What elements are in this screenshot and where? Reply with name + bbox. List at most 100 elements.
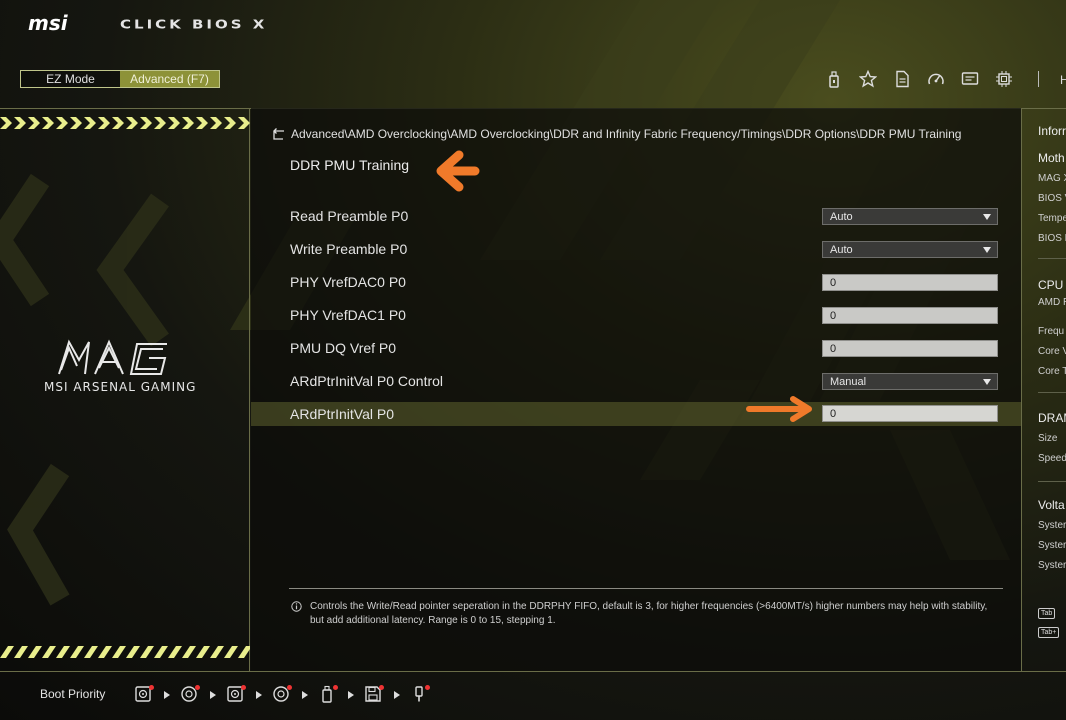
- dram-title: DRAM: [1038, 411, 1066, 425]
- info-icon: [291, 601, 302, 612]
- write-preamble-select[interactable]: Auto: [822, 241, 998, 258]
- chevron-right-icon: [338, 685, 364, 705]
- header-divider: [1038, 71, 1039, 87]
- right-info-panel: Inforr Moth MAG X BIOS V Tempe BIOS D CP…: [1021, 108, 1066, 671]
- info-divider: [1038, 392, 1066, 393]
- usb-key-icon[interactable]: [410, 685, 430, 705]
- left-panel: MSI ARSENAL GAMING: [0, 108, 250, 671]
- chevron-right-icon: [200, 685, 226, 705]
- status-dot: [379, 685, 384, 690]
- phy-vrefdac1-input[interactable]: 0: [822, 307, 998, 324]
- system-voltage-2: Syster: [1038, 540, 1066, 551]
- setting-label: ARdPtrInitVal P0 Control: [290, 373, 444, 389]
- motherboard-title: Moth: [1038, 151, 1065, 165]
- voltage-title: Volta: [1038, 498, 1065, 512]
- info-title: Inforr: [1038, 124, 1066, 138]
- brand-label: MSI ARSENAL GAMING: [44, 380, 197, 394]
- tab-key-hint: Tab: [1038, 608, 1056, 619]
- info-divider: [1038, 481, 1066, 482]
- setting-label: Read Preamble P0: [290, 208, 409, 224]
- setting-row-ardptrinitval-control[interactable]: ARdPtrInitVal P0 Control Manual: [251, 365, 1021, 398]
- motherboard-model: MAG X: [1038, 173, 1066, 184]
- help-text: Controls the Write/Read pointer seperati…: [310, 601, 988, 626]
- cpu-frequency: Frequ: [1038, 326, 1065, 337]
- setting-row-read-preamble[interactable]: Read Preamble P0 Auto: [251, 200, 1021, 233]
- optical-disc-icon[interactable]: [180, 685, 200, 705]
- status-dot: [333, 685, 338, 690]
- setting-row-phy-vrefdac1[interactable]: PHY VrefDAC1 P0 0: [251, 299, 1021, 332]
- status-dot: [149, 685, 154, 690]
- setting-label: PHY VrefDAC1 P0: [290, 307, 406, 323]
- cpu-core-voltage: Core V: [1038, 346, 1066, 357]
- floppy-icon[interactable]: [364, 685, 384, 705]
- monitor-icon[interactable]: [960, 69, 980, 89]
- svg-text:msi: msi: [28, 12, 69, 34]
- setting-label: PMU DQ Vref P0: [290, 340, 397, 356]
- status-dot: [425, 685, 430, 690]
- read-preamble-select[interactable]: Auto: [822, 208, 998, 225]
- pmu-dq-vref-input[interactable]: 0: [822, 340, 998, 357]
- setting-label: PHY VrefDAC0 P0: [290, 274, 406, 290]
- main-panel: Advanced\AMD Overclocking\AMD Overclocki…: [251, 108, 1021, 671]
- info-divider: [1038, 258, 1066, 259]
- breadcrumb-path[interactable]: Advanced\AMD Overclocking\AMD Overclocki…: [291, 127, 961, 141]
- dram-size: Size: [1038, 433, 1058, 444]
- page-title: DDR PMU Training: [290, 157, 410, 173]
- ardptrinitval-control-select[interactable]: Manual: [822, 373, 998, 390]
- cpu-chip-icon[interactable]: [994, 69, 1014, 89]
- bios-title: CLICK BIOS X: [120, 16, 268, 32]
- gauge-icon[interactable]: [926, 69, 946, 89]
- help-divider: [289, 588, 1003, 589]
- bios-date: BIOS D: [1038, 233, 1066, 244]
- advanced-mode-button[interactable]: Advanced (F7): [120, 71, 219, 87]
- document-icon[interactable]: [892, 69, 912, 89]
- ardptrinitval-input[interactable]: 0: [822, 405, 998, 422]
- optical-disc-icon[interactable]: [272, 685, 292, 705]
- cpu-title: CPU: [1038, 278, 1064, 292]
- header-partial-text: H: [1060, 73, 1066, 87]
- bios-version: BIOS V: [1038, 193, 1066, 204]
- header-toolbar: [824, 69, 1028, 89]
- boot-priority-list: [134, 685, 430, 705]
- status-dot: [287, 685, 292, 690]
- setting-label: Write Preamble P0: [290, 241, 408, 257]
- back-arrow-icon[interactable]: [271, 128, 285, 140]
- system-voltage-1: Syster: [1038, 520, 1066, 531]
- settings-list: Read Preamble P0 Auto Write Preamble P0 …: [251, 200, 1021, 426]
- ez-mode-button[interactable]: EZ Mode: [21, 71, 120, 87]
- cpu-core-temp: Core T: [1038, 366, 1066, 377]
- mag-logo: [58, 339, 167, 375]
- status-dot: [241, 685, 246, 690]
- setting-row-pmu-dq-vref[interactable]: PMU DQ Vref P0 0: [251, 332, 1021, 365]
- hdd-icon[interactable]: [226, 685, 246, 705]
- setting-row-write-preamble[interactable]: Write Preamble P0 Auto: [251, 233, 1021, 266]
- temperature: Tempe: [1038, 213, 1066, 224]
- setting-label: ARdPtrInitVal P0: [290, 406, 395, 422]
- chevron-right-icon: [246, 685, 272, 705]
- annotation-arrow-value: [746, 396, 812, 422]
- chevron-right-icon: [154, 685, 180, 705]
- chevron-right-icon: [292, 685, 318, 705]
- dram-speed: Speed: [1038, 453, 1066, 464]
- usb-icon[interactable]: [824, 69, 844, 89]
- tab-plus-key-hint: Tab+: [1038, 627, 1060, 638]
- hdd-icon[interactable]: [134, 685, 154, 705]
- phy-vrefdac0-input[interactable]: 0: [822, 274, 998, 291]
- usb-drive-icon[interactable]: [318, 685, 338, 705]
- cpu-name: AMD R: [1038, 297, 1066, 308]
- msi-logo: msi: [28, 12, 69, 34]
- mode-toggle: EZ Mode Advanced (F7): [20, 70, 220, 88]
- annotation-arrow-title: [436, 150, 480, 192]
- hazard-stripe-bottom: [0, 646, 250, 658]
- setting-row-ardptrinitval[interactable]: ARdPtrInitVal P0 0: [251, 402, 1021, 426]
- hazard-stripe-top: [0, 117, 250, 129]
- chevron-right-icon: [384, 685, 410, 705]
- breadcrumb: Advanced\AMD Overclocking\AMD Overclocki…: [271, 127, 961, 141]
- favorite-star-icon[interactable]: [858, 69, 878, 89]
- bottom-border: [0, 671, 1066, 672]
- system-voltage-3: Syster: [1038, 560, 1066, 571]
- status-dot: [195, 685, 200, 690]
- setting-row-phy-vrefdac0[interactable]: PHY VrefDAC0 P0 0: [251, 266, 1021, 299]
- boot-priority-label: Boot Priority: [40, 687, 106, 701]
- help-box: Controls the Write/Read pointer seperati…: [291, 600, 1001, 628]
